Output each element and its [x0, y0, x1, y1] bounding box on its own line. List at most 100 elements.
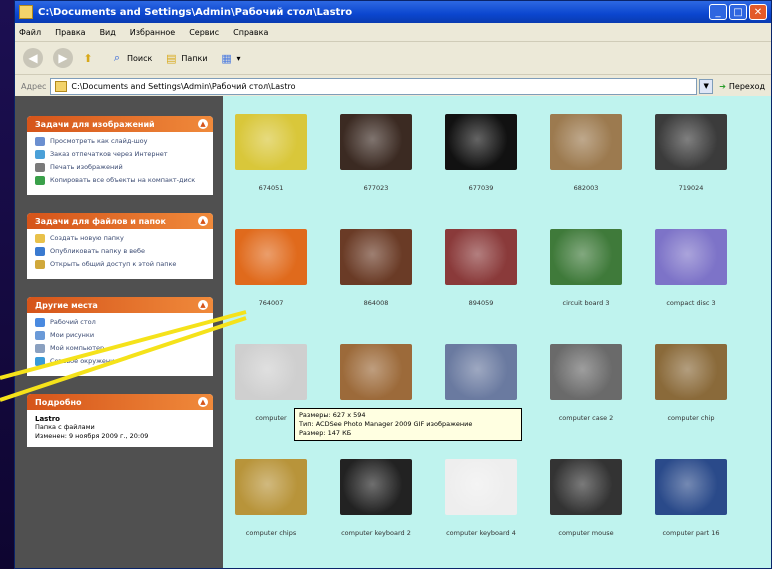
- panel-title: Другие места: [35, 300, 98, 310]
- thumbnail-image: [445, 459, 517, 515]
- thumbnail-image: [235, 459, 307, 515]
- menu-view[interactable]: Вид: [100, 28, 116, 37]
- file-thumbnail[interactable]: computer mouse: [550, 459, 622, 537]
- task-item[interactable]: Создать новую папку: [35, 234, 207, 243]
- thumbnail-image: [235, 229, 307, 285]
- file-thumbnail[interactable]: 764007: [235, 229, 307, 307]
- folders-icon: ▤: [166, 51, 177, 65]
- forward-button[interactable]: ▶: [53, 48, 73, 68]
- copy-to-cd-icon: [35, 176, 45, 185]
- file-thumbnail[interactable]: computer part 16: [655, 459, 727, 537]
- place-item[interactable]: Рабочий стол: [35, 318, 207, 327]
- thumbnail-image: [655, 344, 727, 400]
- place-label: Рабочий стол: [50, 318, 96, 326]
- place-item[interactable]: Сетевое окружение: [35, 357, 207, 366]
- task-item[interactable]: Копировать все объекты на компакт-диск: [35, 176, 207, 185]
- place-item[interactable]: Мой компьютер: [35, 344, 207, 353]
- thumbnail-image: [550, 459, 622, 515]
- task-label: Открыть общий доступ к этой папке: [50, 260, 177, 268]
- file-thumbnail[interactable]: 677039: [445, 114, 517, 192]
- menu-help[interactable]: Справка: [233, 28, 268, 37]
- task-item[interactable]: Просмотреть как слайд-шоу: [35, 137, 207, 146]
- file-thumbnail[interactable]: computer keyboard 2: [340, 459, 412, 537]
- menu-tools[interactable]: Сервис: [189, 28, 219, 37]
- details-name: Lastro: [35, 415, 60, 423]
- order-prints-icon: [35, 150, 45, 159]
- menu-edit[interactable]: Правка: [55, 28, 85, 37]
- chevron-up-icon[interactable]: ▲: [198, 119, 208, 129]
- folder-icon: [19, 5, 33, 19]
- file-thumbnail[interactable]: 682003: [550, 114, 622, 192]
- panel-header[interactable]: Подробно ▲: [27, 394, 213, 410]
- task-label: Создать новую папку: [50, 234, 124, 242]
- address-path: C:\Documents and Settings\Admin\Рабочий …: [71, 81, 296, 91]
- tooltip-size: Размер: 147 КБ: [299, 429, 352, 437]
- thumbnail-image: [445, 114, 517, 170]
- my-pictures-icon: [35, 331, 45, 340]
- chevron-up-icon[interactable]: ▲: [198, 216, 208, 226]
- file-thumbnail[interactable]: circuit board 3: [550, 229, 622, 307]
- task-label: Просмотреть как слайд-шоу: [50, 137, 148, 145]
- panel-header[interactable]: Другие места ▲: [27, 297, 213, 313]
- file-thumbnail[interactable]: computer chip: [655, 344, 727, 422]
- explorer-window: C:\Documents and Settings\Admin\Рабочий …: [14, 0, 772, 569]
- task-item[interactable]: Печать изображений: [35, 163, 207, 172]
- file-tooltip: Размеры: 627 x 594 Тип: ACDSee Photo Man…: [294, 408, 522, 441]
- file-name: 682003: [573, 184, 599, 192]
- title-bar[interactable]: C:\Documents and Settings\Admin\Рабочий …: [15, 1, 771, 23]
- file-thumbnail[interactable]: 894059: [445, 229, 517, 307]
- file-thumbnail[interactable]: compact disc 3: [655, 229, 727, 307]
- file-name: compact disc 3: [666, 299, 716, 307]
- details-panel: Подробно ▲ Lastro Папка с файлами Измене…: [27, 394, 213, 447]
- thumbnail-image: [340, 114, 412, 170]
- file-thumbnail[interactable]: 677023: [340, 114, 412, 192]
- file-thumbnail[interactable]: computer chips: [235, 459, 307, 537]
- views-button[interactable]: ▦ ▾: [220, 51, 240, 65]
- chevron-up-icon[interactable]: ▲: [198, 300, 208, 310]
- back-button[interactable]: ◀: [23, 48, 43, 68]
- file-thumbnail[interactable]: [445, 344, 517, 414]
- place-item[interactable]: Мои рисунки: [35, 331, 207, 340]
- file-thumbnail[interactable]: 674051: [235, 114, 307, 192]
- file-thumbnail[interactable]: computer keyboard 4: [445, 459, 517, 537]
- task-item[interactable]: Заказ отпечатков через Интернет: [35, 150, 207, 159]
- task-item[interactable]: Опубликовать папку в вебе: [35, 247, 207, 256]
- other-places-panel: Другие места ▲ Рабочий стол Мои рисунки …: [27, 297, 213, 376]
- menu-favorites[interactable]: Избранное: [130, 28, 175, 37]
- file-name: computer case 2: [558, 414, 614, 422]
- close-button[interactable]: ✕: [749, 4, 767, 20]
- search-button[interactable]: ⌕ Поиск: [110, 51, 152, 65]
- file-name: 894059: [468, 299, 494, 307]
- minimize-button[interactable]: _: [709, 4, 727, 20]
- task-label: Заказ отпечатков через Интернет: [50, 150, 168, 158]
- menu-bar: Файл Правка Вид Избранное Сервис Справка: [15, 23, 771, 42]
- thumbnail-image: [445, 229, 517, 285]
- folder-icon: [55, 80, 68, 92]
- thumbnail-image: [340, 344, 412, 400]
- file-name: computer keyboard 4: [446, 529, 516, 537]
- task-item[interactable]: Открыть общий доступ к этой папке: [35, 260, 207, 269]
- task-label: Опубликовать папку в вебе: [50, 247, 146, 255]
- maximize-button[interactable]: □: [729, 4, 747, 20]
- address-dropdown-button[interactable]: ▼: [699, 78, 714, 94]
- my-computer-icon: [35, 344, 45, 353]
- panel-header[interactable]: Задачи для изображений ▲: [27, 116, 213, 132]
- file-thumbnail[interactable]: 719024: [655, 114, 727, 192]
- file-thumbnail[interactable]: 864008: [340, 229, 412, 307]
- file-name: 677039: [468, 184, 494, 192]
- views-icon: ▦: [221, 51, 232, 65]
- network-icon: [35, 357, 45, 366]
- address-field[interactable]: C:\Documents and Settings\Admin\Рабочий …: [50, 77, 698, 95]
- folders-button[interactable]: ▤ Папки: [164, 51, 207, 65]
- thumbnail-image: [340, 459, 412, 515]
- up-folder-button[interactable]: ⬆: [81, 51, 98, 65]
- panel-header[interactable]: Задачи для файлов и папок ▲: [27, 213, 213, 229]
- file-view: 674051 677023 677039 682003 719024 764007 8640…: [223, 96, 771, 568]
- file-thumbnail[interactable]: [340, 344, 412, 414]
- file-tasks-panel: Задачи для файлов и папок ▲ Создать нову…: [27, 213, 213, 279]
- menu-file[interactable]: Файл: [19, 28, 41, 37]
- chevron-up-icon[interactable]: ▲: [198, 397, 208, 407]
- go-button[interactable]: ➔ Переход: [719, 82, 765, 91]
- file-name: 764007: [258, 299, 284, 307]
- file-thumbnail[interactable]: computer case 2: [550, 344, 622, 422]
